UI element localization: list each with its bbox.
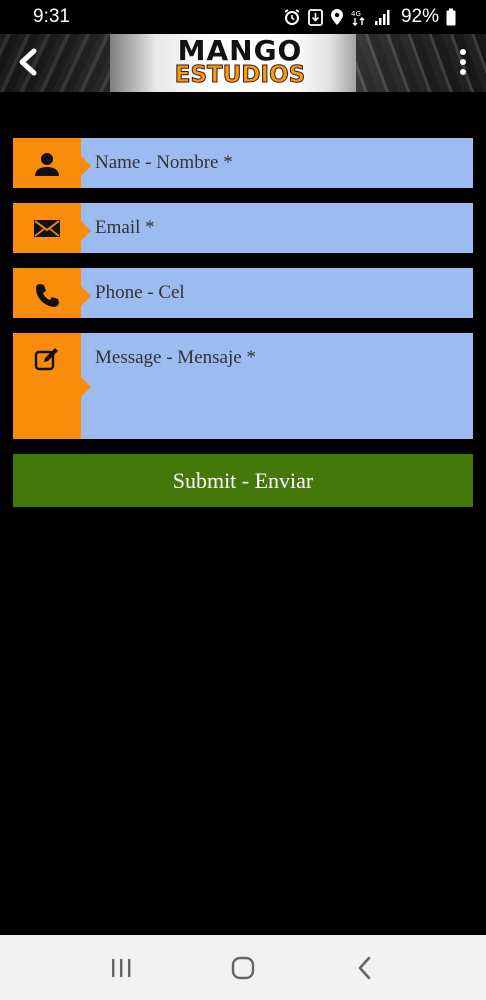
alarm-icon	[283, 8, 301, 26]
recent-apps-icon	[112, 958, 131, 977]
location-icon	[330, 8, 344, 26]
message-row	[13, 333, 473, 439]
logo-top-text: MANGO	[177, 34, 303, 67]
phone-row	[13, 268, 473, 318]
recent-apps-button[interactable]	[101, 948, 141, 988]
phone-input[interactable]	[81, 268, 473, 318]
system-nav-bar	[0, 935, 486, 1000]
back-icon	[358, 956, 371, 979]
more-options-button[interactable]	[454, 46, 472, 78]
download-icon	[308, 8, 323, 26]
signal-icon	[374, 8, 392, 26]
mango-estudios-logo: MANGO ESTUDIOS	[160, 37, 320, 89]
svg-text:4G: 4G	[351, 10, 361, 18]
home-icon	[231, 956, 255, 979]
name-icon-box	[13, 138, 91, 188]
phone-icon-box	[13, 268, 91, 318]
edit-icon	[34, 348, 58, 371]
status-icons: 4G 92%	[283, 6, 456, 28]
status-bar: 9:31 4G 92%	[0, 0, 486, 34]
nav-back-button[interactable]	[345, 948, 385, 988]
app-header: MANGO ESTUDIOS	[0, 34, 486, 92]
battery-percentage: 92%	[400, 6, 439, 27]
email-row	[13, 203, 473, 253]
submit-button[interactable]: Submit - Enviar	[13, 454, 473, 507]
menu-dot	[460, 69, 466, 75]
user-icon	[35, 153, 59, 176]
battery-icon	[446, 8, 456, 26]
menu-dot	[460, 59, 466, 65]
chevron-left-icon	[19, 48, 37, 76]
data-icon: 4G	[351, 8, 367, 26]
name-input[interactable]	[81, 138, 473, 188]
email-icon-box	[13, 203, 91, 253]
email-input[interactable]	[81, 203, 473, 253]
name-row	[13, 138, 473, 188]
back-button[interactable]	[12, 46, 44, 78]
status-time: 9:31	[33, 6, 70, 27]
envelope-icon	[34, 220, 60, 237]
more-vertical-icon	[460, 49, 466, 55]
home-button[interactable]	[223, 948, 263, 988]
message-textarea[interactable]	[81, 333, 473, 439]
phone-icon	[36, 284, 59, 307]
message-icon-box	[13, 333, 91, 439]
logo-bottom-text: ESTUDIOS	[174, 62, 306, 88]
